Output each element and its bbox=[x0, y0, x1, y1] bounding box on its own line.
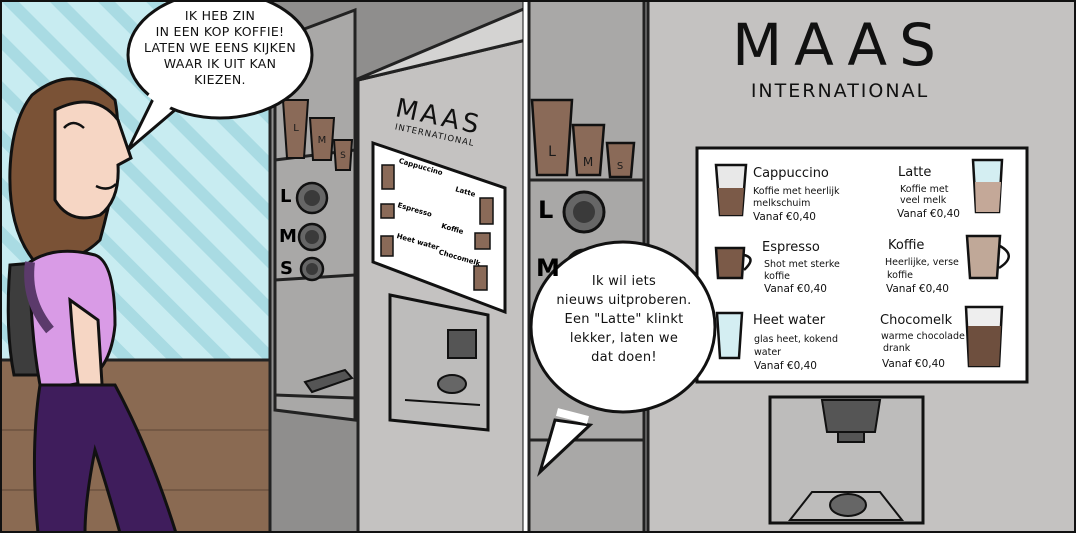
menu-item-name: Chocomelk bbox=[880, 313, 953, 328]
size-label-s: S bbox=[280, 258, 293, 279]
cup-label-s-2: S bbox=[616, 161, 624, 172]
bubble-1-line: KIEZEN. bbox=[194, 72, 246, 87]
cappuccino-glass-icon bbox=[714, 163, 748, 217]
menu-item-desc: Heerlijke, verse bbox=[885, 257, 959, 268]
cup-label-l-2: L bbox=[548, 144, 556, 160]
menu-item-price: Vanaf €0,40 bbox=[882, 358, 945, 370]
menu-item-desc: water bbox=[754, 347, 782, 358]
menu-item-desc: Koffie met bbox=[900, 184, 949, 195]
bubble-1-line: WAAR IK UIT KAN bbox=[163, 56, 277, 71]
speech-bubble-1-text: IK HEB ZIN IN EEN KOP KOFFIE! LATEN WE E… bbox=[140, 8, 300, 88]
size-label-l-2: L bbox=[538, 196, 554, 224]
bubble-2-line: Ik wil iets bbox=[591, 274, 657, 289]
bubble-1-line: LATEN WE EENS KIJKEN bbox=[144, 40, 296, 55]
menu-item-desc: drank bbox=[883, 343, 911, 354]
brand-name: MAAS bbox=[732, 11, 948, 79]
cup-label-s: S bbox=[340, 151, 346, 161]
bubble-1-line: IN EEN KOP KOFFIE! bbox=[155, 24, 285, 39]
menu-item-desc: glas heet, kokend bbox=[754, 334, 838, 345]
menu-item-desc: warme chocolade bbox=[881, 331, 965, 342]
brand-sub: INTERNATIONAL bbox=[750, 80, 930, 102]
brand-logo: MAAS INTERNATIONAL bbox=[725, 10, 955, 102]
cup-large bbox=[530, 98, 574, 177]
menu-item-name: Heet water bbox=[753, 313, 826, 328]
menu-item-price: Vanaf €0,40 bbox=[764, 283, 827, 295]
menu-item-name: Cappuccino bbox=[753, 166, 829, 181]
hot-chocolate-glass-icon bbox=[964, 305, 1004, 368]
size-label-l: L bbox=[280, 186, 292, 207]
cup-label-l: L bbox=[293, 123, 299, 134]
bubble-2-line: Een "Latte" klinkt bbox=[564, 312, 684, 327]
menu-item-name: Latte bbox=[898, 165, 932, 180]
menu-item-price: Vanaf €0,40 bbox=[886, 283, 949, 295]
menu-item-price: Vanaf €0,40 bbox=[897, 208, 960, 220]
menu-item-name: Espresso bbox=[762, 240, 820, 255]
menu-item-desc: melkschuim bbox=[753, 198, 811, 209]
bubble-2-line: nieuws uitproberen. bbox=[556, 293, 692, 308]
menu-item-desc: koffie bbox=[764, 271, 791, 282]
menu-item-price: Vanaf €0,40 bbox=[753, 211, 816, 223]
cup-label-m: M bbox=[317, 135, 327, 146]
bubble-1-line: IK HEB ZIN bbox=[184, 8, 256, 23]
menu-item-desc: veel melk bbox=[900, 195, 947, 206]
menu-item-desc: koffie bbox=[887, 270, 914, 281]
menu-item-name: Koffie bbox=[888, 238, 925, 253]
hot-water-glass-icon bbox=[715, 311, 744, 360]
menu-item-price: Vanaf €0,40 bbox=[754, 360, 817, 372]
latte-glass-icon bbox=[971, 158, 1004, 214]
menu-item-desc: Shot met sterke bbox=[764, 259, 840, 270]
menu-item-desc: Koffie met heerlijk bbox=[753, 186, 840, 197]
speech-bubble-2-text: Ik wil iets nieuws uitproberen. Een "Lat… bbox=[540, 272, 708, 367]
bubble-2-line: lekker, laten we bbox=[569, 331, 679, 346]
drip-tray bbox=[829, 493, 867, 517]
size-label-m: M bbox=[279, 226, 297, 247]
bubble-2-line: dat doen! bbox=[591, 350, 657, 365]
cup-label-m-2: M bbox=[582, 155, 594, 169]
